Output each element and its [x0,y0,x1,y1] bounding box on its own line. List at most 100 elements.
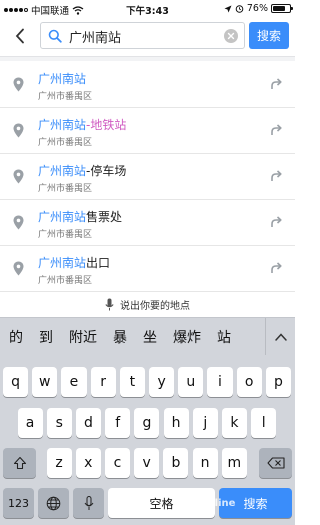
suggestion-match-text: 广州南站 [38,210,87,224]
key-g[interactable]: g [134,408,160,438]
suggestion-suffix-text: 出口 [86,256,111,270]
search-bar: 搜索 [0,17,295,55]
key-z[interactable]: z [46,448,72,478]
key-r[interactable]: r [90,367,116,397]
status-right: 76% [224,3,293,14]
suggestion-title: 广州南站出口 [38,254,110,271]
backspace-icon [266,457,285,469]
suggestion-suffix-text: -停车场 [86,164,127,178]
suggestion-match-text: 广州南站 [38,164,87,178]
location-pin-icon [13,261,24,276]
ime-candidate[interactable]: 暴 [105,327,135,347]
suggestion-match-text: 广州南站 [38,118,87,132]
location-pin-icon [13,123,24,138]
shift-key[interactable] [3,448,36,478]
key-u[interactable]: u [178,367,204,397]
key-h[interactable]: h [163,408,189,438]
suggestion-address: 广州市番禺区 [38,138,93,148]
ime-candidate[interactable]: 的 [0,327,31,347]
search-icon [48,29,62,43]
key-p[interactable]: p [265,367,291,397]
key-f[interactable]: f [105,408,131,438]
suggestion-address: 广州市番禺区 [38,92,93,102]
voice-input-hint[interactable]: 说出你要的地点 [0,293,295,316]
ime-candidate[interactable]: 站 [209,327,239,347]
key-t[interactable]: t [119,367,145,397]
close-icon [227,32,235,40]
keyboard: 123 空格 搜索 qwertyuiopasdfghjklzxcvbnm [0,355,295,525]
watermark-logo: PConline [186,498,236,509]
suggestion-title: 广州南站售票处 [38,208,122,225]
battery-icon [271,4,293,13]
clear-input-button[interactable] [224,29,238,43]
location-pin-icon [13,215,24,230]
suggestion-match-text: 广州南站 [38,256,87,270]
fill-query-arrow-icon[interactable] [270,170,282,182]
key-o[interactable]: o [236,367,262,397]
key-v[interactable]: v [134,448,160,478]
key-j[interactable]: j [192,408,218,438]
suggestion-item[interactable]: 广州南站-停车场广州市番禺区 [0,154,295,200]
suggestion-address: 广州市番禺区 [38,184,93,194]
search-input[interactable] [69,26,219,46]
ime-candidate-bar: 的到附近暴坐爆炸站 [0,317,295,356]
suggestion-item[interactable]: 广州南站广州市番禺区 [0,62,295,108]
key-s[interactable]: s [46,408,72,438]
suggestion-list: 广州南站 广州市番禺区 广州南站-地铁站 广州市番禺区 广州南站-停车场 广州市番禺区 广州… [0,62,295,292]
key-x[interactable]: x [75,448,101,478]
dictation-key[interactable] [73,488,104,518]
key-n[interactable]: n [192,448,218,478]
globe-icon [46,496,61,510]
ime-candidate[interactable]: 附近 [61,327,105,347]
globe-key[interactable] [38,488,69,518]
fill-query-arrow-icon[interactable] [270,124,282,136]
fill-query-arrow-icon[interactable] [270,216,282,228]
status-bar: 中国联通 下午3:43 76% [0,0,295,17]
suggestion-suffix-text: 售票处 [86,210,123,224]
key-b[interactable]: b [163,448,189,478]
suggestion-match-text: 广州南站 [38,72,87,86]
suggestion-title: 广州南站-地铁站 [38,116,126,133]
back-button[interactable] [6,22,34,50]
key-c[interactable]: c [104,448,131,478]
backspace-key[interactable] [259,448,292,478]
ime-candidate[interactable]: 坐 [135,327,165,347]
suggestion-item[interactable]: 广州南站售票处广州市番禺区 [0,200,295,246]
search-button[interactable]: 搜索 [249,22,289,49]
suggestion-item[interactable]: 广州南站出口 广州市番禺区 [0,246,295,292]
location-arrow-icon [224,5,232,12]
key-y[interactable]: y [149,367,175,397]
key-a[interactable]: a [17,408,43,438]
search-box[interactable] [40,22,245,49]
suggestion-title: 广州南站 [38,70,86,87]
microphone-icon [105,298,114,311]
key-l[interactable]: l [251,408,277,438]
fill-query-arrow-icon[interactable] [270,78,282,90]
key-q[interactable]: q [3,367,29,397]
divider [0,56,295,61]
shift-arrow-icon [13,456,26,470]
ime-candidate[interactable]: 到 [31,327,61,347]
location-pin-icon [13,169,24,184]
key-w[interactable]: w [32,367,58,397]
numbers-key[interactable]: 123 [3,488,34,518]
alarm-clock-icon [235,5,244,13]
battery-percent: 76% [246,3,268,14]
fill-query-arrow-icon[interactable] [270,262,282,274]
key-i[interactable]: i [207,367,233,397]
suggestion-item[interactable]: 广州南站-地铁站广州市番禺区 [0,108,295,154]
microphone-icon [84,495,93,510]
key-e[interactable]: e [61,367,87,397]
chevron-up-icon [274,333,287,341]
voice-prompt-text: 说出你要的地点 [120,301,190,312]
location-pin-icon [13,77,24,92]
suggestion-title: 广州南站-停车场 [38,162,126,179]
key-k[interactable]: k [221,408,248,438]
ime-candidate[interactable]: 爆炸 [165,327,209,347]
chevron-left-icon [15,28,24,44]
suggestion-suffix-text: -地铁站 [86,118,127,132]
suggestion-address: 广州市番禺区 [38,230,93,240]
collapse-candidates-button[interactable] [265,318,295,356]
key-d[interactable]: d [75,408,102,438]
key-m[interactable]: m [221,448,247,478]
